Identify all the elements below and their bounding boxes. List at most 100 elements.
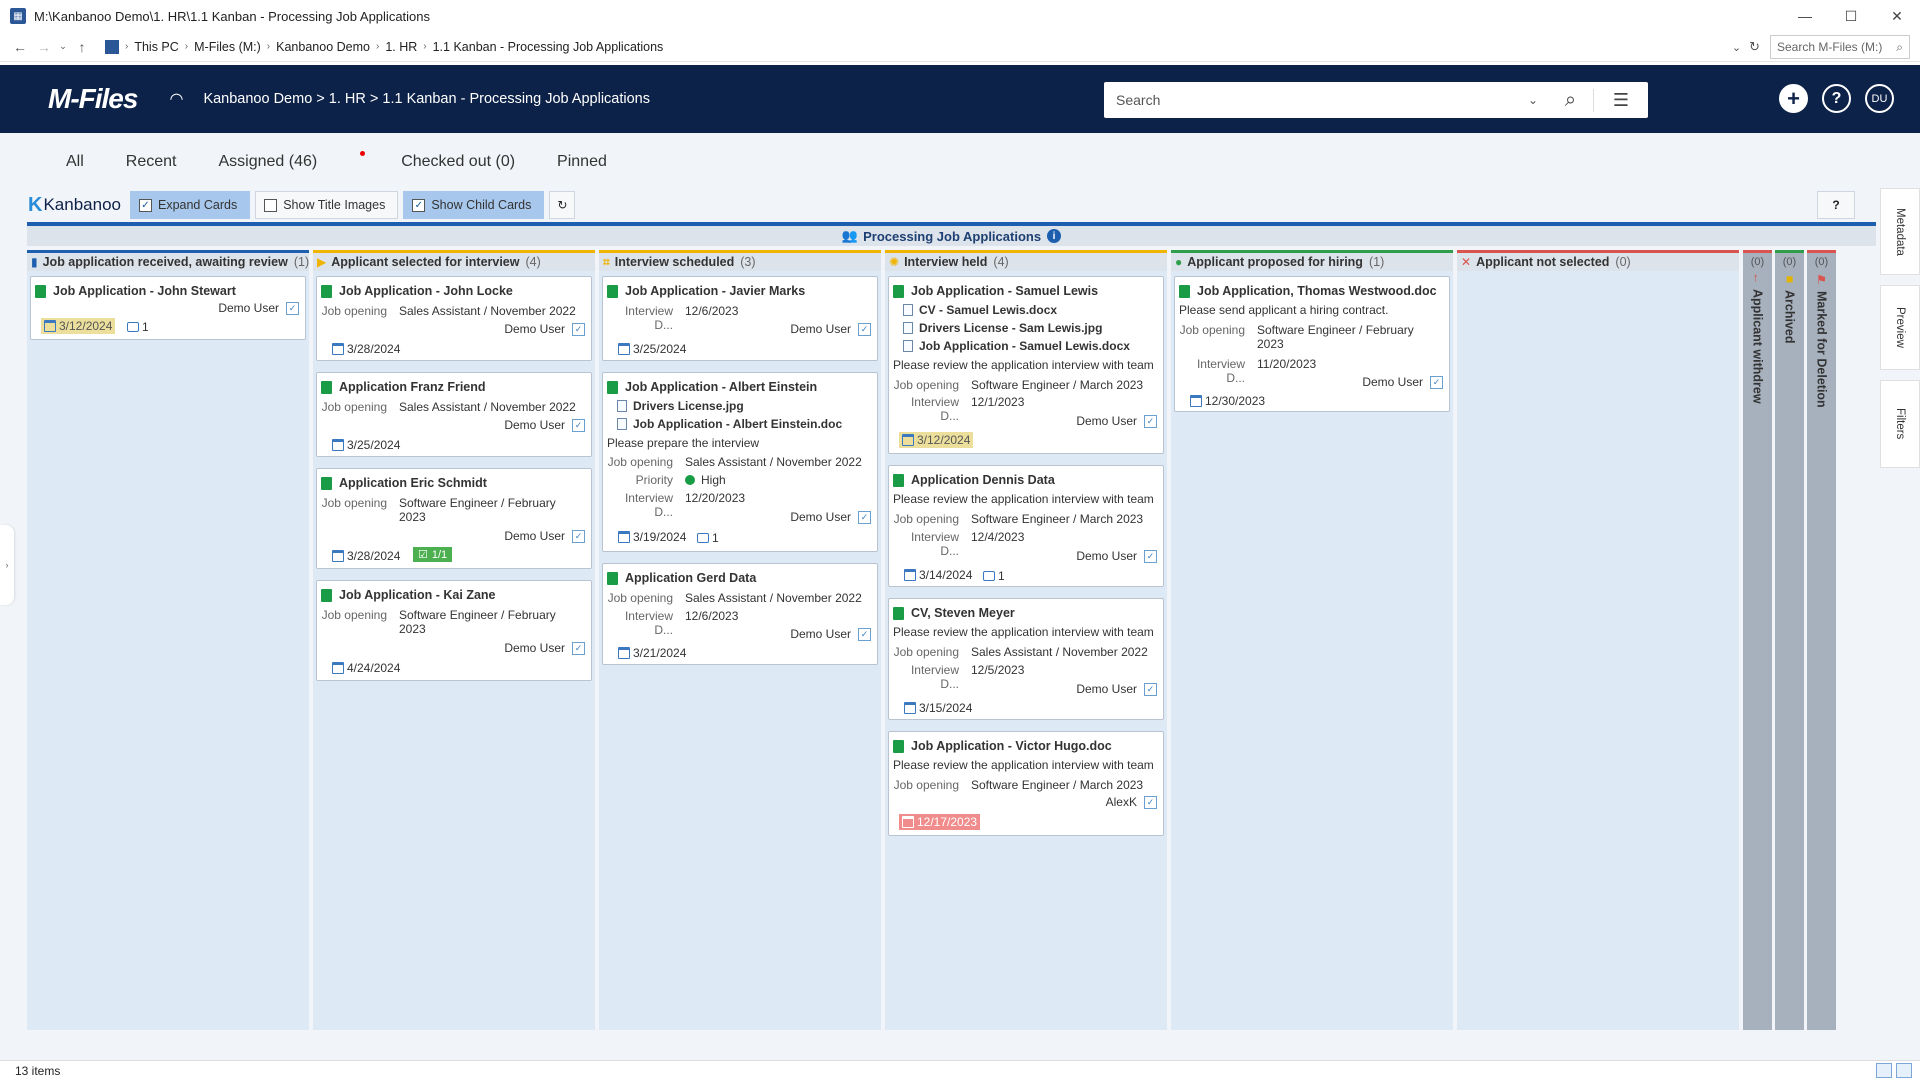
card-job-application-victor-hugo[interactable]: Job Application - Victor Hugo.doc Please… — [888, 731, 1164, 836]
column-header[interactable]: ✕ Applicant not selected (0) — [1457, 250, 1739, 271]
refresh-icon[interactable]: ↻ — [1749, 39, 1760, 55]
show-child-cards-toggle[interactable]: ✓ Show Child Cards — [403, 191, 545, 219]
recent-locations-chevron-icon[interactable]: ⌄ — [56, 41, 70, 52]
back-arrow-icon[interactable]: ← — [8, 39, 32, 55]
address-dropdown-icon[interactable]: ⌄ — [1732, 41, 1741, 54]
column-header[interactable]: ▶ Applicant selected for interview (4) — [313, 250, 595, 271]
tab-all[interactable]: All — [66, 153, 84, 171]
breadcrumb-item[interactable]: This PC — [134, 40, 178, 54]
calendar-icon — [1190, 395, 1202, 407]
column-header[interactable]: ▮ Job application received, awaiting revi… — [27, 250, 309, 271]
assignment-checkbox-icon[interactable]: ✓ — [286, 301, 299, 315]
assignment-checkbox-icon[interactable]: ✓ — [858, 627, 871, 641]
due-date: 3/25/2024 — [615, 341, 689, 357]
tab-preview[interactable]: Preview — [1880, 285, 1920, 370]
assignment-checkbox-icon[interactable]: ✓ — [572, 418, 585, 432]
user-avatar[interactable]: DU — [1865, 84, 1894, 113]
info-icon[interactable]: i — [1047, 229, 1062, 243]
child-card[interactable]: Drivers License - Sam Lewis.jpg — [903, 321, 1102, 335]
assignment-checkbox-icon[interactable]: ✓ — [572, 641, 585, 655]
assignment-checkbox-icon[interactable]: ✓ — [572, 529, 585, 543]
assignment-checkbox-icon[interactable]: ✓ — [1144, 682, 1157, 696]
tab-filters[interactable]: Filters — [1880, 380, 1920, 468]
search-icon[interactable]: ⌕ — [1548, 88, 1594, 112]
comment-count[interactable]: 1 — [983, 569, 1005, 583]
assignment-checkbox-icon[interactable]: ✓ — [572, 322, 585, 336]
checkbox-checked-icon: ✓ — [412, 198, 426, 212]
refresh-board-icon[interactable]: ↻ — [549, 191, 576, 219]
help-icon[interactable]: ? — [1822, 84, 1851, 113]
child-card[interactable]: CV - Samuel Lewis.docx — [903, 303, 1057, 317]
tab-checked-out[interactable]: Checked out (0) — [401, 153, 515, 171]
breadcrumb-item[interactable]: 1. HR — [385, 40, 417, 54]
maximize-button[interactable]: ☐ — [1828, 0, 1874, 32]
breadcrumb[interactable]: › This PC › M-Files (M:) › Kanbanoo Demo › … — [100, 34, 1920, 59]
breadcrumb-item[interactable]: Kanbanoo Demo — [276, 40, 370, 54]
document-icon — [607, 284, 618, 298]
search-filter-icon[interactable]: ☰ — [1594, 90, 1648, 111]
create-new-button[interactable]: + — [1779, 84, 1808, 113]
comment-count[interactable]: 1 — [127, 320, 149, 334]
column-archived-collapsed[interactable]: (0) ■ Archived — [1775, 250, 1804, 1030]
breadcrumb-item[interactable]: M-Files (M:) — [194, 40, 261, 54]
card-job-application-john-stewart[interactable]: Job Application - John Stewart Demo User… — [30, 276, 306, 340]
search-dropdown-chevron-icon[interactable]: ⌄ — [1518, 93, 1548, 107]
tab-metadata[interactable]: Metadata — [1880, 188, 1920, 275]
task-progress-badge[interactable]: ☑ 1/1 — [413, 547, 453, 562]
calendar-icon — [332, 550, 344, 562]
tab-assigned[interactable]: Assigned (46) — [218, 151, 366, 171]
assignment-checkbox-icon[interactable]: ✓ — [1144, 414, 1157, 428]
show-title-images-toggle[interactable]: Show Title Images — [255, 191, 399, 219]
document-icon — [35, 284, 46, 298]
card-application-franz-friend[interactable]: Application Franz Friend Job opening Sale… — [316, 372, 592, 457]
pc-icon — [105, 39, 119, 54]
tab-pinned[interactable]: Pinned — [557, 153, 607, 171]
expand-cards-toggle[interactable]: ✓ Expand Cards — [129, 191, 251, 219]
assignment-checkbox-icon[interactable]: ✓ — [1430, 375, 1443, 389]
due-date-badge: 3/12/2024 — [41, 318, 116, 334]
card-application-dennis-data[interactable]: Application Dennis Data Please review th… — [888, 465, 1164, 587]
file-icon — [617, 418, 627, 430]
card-job-application-john-locke[interactable]: Job Application - John Locke Job opening… — [316, 276, 592, 361]
forward-arrow-icon[interactable]: → — [32, 39, 56, 55]
assignment-checkbox-icon[interactable]: ✓ — [1144, 549, 1157, 563]
column-header[interactable]: ✺ Interview held (4) — [885, 250, 1167, 271]
child-card[interactable]: Drivers License.jpg — [617, 399, 744, 413]
assignment-checkbox-icon[interactable]: ✓ — [1144, 795, 1157, 809]
search-input[interactable]: Search — [1116, 92, 1518, 108]
card-job-application-thomas-westwood[interactable]: Job Application, Thomas Westwood.doc Ple… — [1174, 276, 1450, 412]
explorer-search-input[interactable]: Search M-Files (M:) ⌕ — [1770, 35, 1910, 59]
assignment-checkbox-icon[interactable]: ✓ — [858, 322, 871, 336]
calendar-icon — [618, 647, 630, 659]
calendar-icon — [902, 434, 914, 446]
thumbnail-view-icon[interactable] — [1896, 1063, 1912, 1078]
assignment-checkbox-icon[interactable]: ✓ — [858, 510, 871, 524]
column-marked-for-deletion-collapsed[interactable]: (0) ⚑ Marked for Deletion — [1807, 250, 1836, 1030]
left-pane-expand-handle[interactable]: › — [0, 525, 14, 605]
child-card[interactable]: Job Application - Albert Einstein.doc — [617, 417, 842, 431]
card-job-application-samuel-lewis[interactable]: Job Application - Samuel Lewis CV - Samu… — [888, 276, 1164, 454]
item-count: 13 items — [15, 1063, 61, 1078]
card-application-eric-schmidt[interactable]: Application Eric Schmidt Job opening Soft… — [316, 468, 592, 569]
column-header[interactable]: ⌗ Interview scheduled (3) — [599, 250, 881, 271]
comment-count[interactable]: 1 — [697, 531, 719, 545]
card-cv-steven-meyer[interactable]: CV, Steven Meyer Please review the appli… — [888, 598, 1164, 720]
up-arrow-icon[interactable]: ↑ — [70, 39, 94, 55]
search-bar[interactable]: Search ⌄ ⌕ ☰ — [1104, 82, 1648, 118]
card-job-application-kai-zane[interactable]: Job Application - Kai Zane Job opening So… — [316, 580, 592, 681]
card-application-gerd-data[interactable]: Application Gerd Data Job opening Sales A… — [602, 563, 878, 665]
child-card[interactable]: Job Application - Samuel Lewis.docx — [903, 339, 1130, 353]
card-job-application-albert-einstein[interactable]: Job Application - Albert Einstein Driver… — [602, 372, 878, 552]
column-selected-for-interview: ▶ Applicant selected for interview (4) Job… — [313, 250, 595, 1030]
card-job-application-javier-marks[interactable]: Job Application - Javier Marks Interview… — [602, 276, 878, 361]
details-view-icon[interactable] — [1876, 1063, 1892, 1078]
column-header[interactable]: ● Applicant proposed for hiring (1) — [1171, 250, 1453, 271]
column-applicant-withdrew-collapsed[interactable]: (0) ← Applicant withdrew — [1743, 250, 1772, 1030]
tab-recent[interactable]: Recent — [126, 153, 177, 171]
close-button[interactable]: ✕ — [1874, 0, 1920, 32]
notification-dot — [360, 151, 366, 156]
kanban-help-button[interactable]: ? — [1817, 191, 1855, 219]
breadcrumb-item[interactable]: 1.1 Kanban - Processing Job Applications — [433, 40, 664, 54]
minimize-button[interactable]: — — [1782, 0, 1828, 32]
document-icon — [893, 606, 904, 620]
